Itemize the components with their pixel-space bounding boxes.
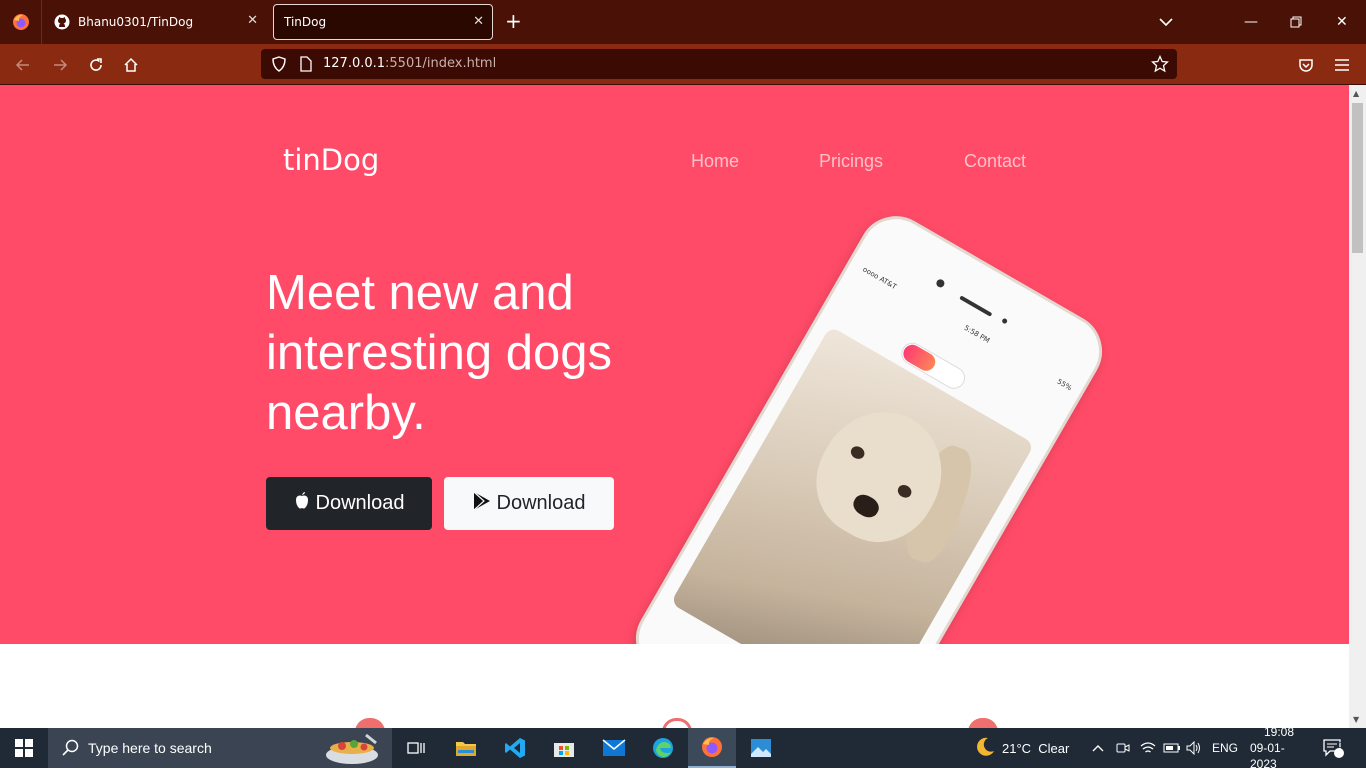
hero-section: tinDog Home Pricings Contact Meet new an… [0, 85, 1349, 644]
page-info-icon[interactable] [299, 56, 312, 76]
tab-tindog[interactable]: TinDog ✕ [273, 4, 493, 40]
meet-now-icon[interactable] [1116, 728, 1130, 768]
download-ios-button[interactable]: Download [266, 477, 432, 530]
firefox-menu-icon[interactable] [0, 0, 42, 44]
close-tab-icon[interactable]: ✕ [473, 14, 484, 29]
moon-icon [974, 736, 996, 761]
phone-mockup-image: oooo AT&T 5:58 PM 55% [622, 202, 1116, 644]
microsoft-store-icon[interactable] [540, 728, 588, 768]
notification-center-icon[interactable]: 1 [1322, 728, 1344, 768]
photos-icon[interactable] [737, 728, 785, 768]
navigation-toolbar: 127.0.0.1:5501/index.html [0, 44, 1366, 85]
address-bar[interactable]: 127.0.0.1:5501/index.html [261, 49, 1177, 79]
search-icon [62, 739, 79, 760]
search-placeholder: Type here to search [88, 740, 212, 756]
forward-icon[interactable] [49, 54, 71, 76]
vertical-scrollbar[interactable]: ▲ ▼ [1349, 85, 1366, 728]
mail-icon[interactable] [590, 728, 638, 768]
close-window-icon[interactable]: ✕ [1336, 0, 1348, 44]
scroll-up-icon[interactable]: ▲ [1353, 89, 1359, 98]
home-icon[interactable] [120, 54, 142, 76]
wifi-icon[interactable] [1140, 728, 1156, 768]
download-ios-label: Download [315, 492, 405, 514]
windows-start-icon[interactable] [0, 728, 48, 768]
firefox-taskbar-icon[interactable] [688, 728, 736, 768]
tab-github[interactable]: Bhanu0301/TinDog ✕ [44, 4, 266, 40]
phone-speaker [959, 295, 993, 317]
vscode-icon[interactable] [491, 728, 539, 768]
windows-taskbar: Type here to search 21°C Clear ENG 19:08… [0, 725, 1366, 771]
taskbar-search-box[interactable]: Type here to search [48, 728, 392, 768]
brand-logo[interactable]: tinDog [283, 143, 379, 177]
show-hidden-icons-icon[interactable] [1092, 728, 1104, 768]
url-path: :5501/index.html [385, 56, 497, 71]
phone-sensor [1001, 317, 1009, 325]
download-android-label: Download [496, 492, 586, 514]
tab-title: TinDog [284, 15, 327, 29]
hero-headline: Meet new and interesting dogs nearby. [266, 266, 612, 440]
phone-carrier: oooo AT&T [861, 265, 898, 292]
notification-count: 1 [1338, 740, 1344, 750]
feature-icon-peek [662, 718, 692, 728]
list-tabs-icon[interactable] [1159, 0, 1173, 44]
pocket-icon[interactable] [1295, 54, 1317, 76]
download-android-button[interactable]: Download [444, 477, 614, 530]
edge-icon[interactable] [639, 728, 687, 768]
page-viewport: tinDog Home Pricings Contact Meet new an… [0, 85, 1349, 728]
phone-time: 5:58 PM [962, 323, 992, 345]
tab-bar: Bhanu0301/TinDog ✕ TinDog ✕ + — ✕ [0, 0, 1366, 44]
volume-icon[interactable] [1186, 728, 1202, 768]
heart-icon [968, 718, 998, 728]
reload-icon[interactable] [85, 54, 107, 76]
nav-link-pricings[interactable]: Pricings [819, 151, 883, 172]
minimize-icon[interactable]: — [1244, 0, 1258, 44]
hamburger-menu-icon[interactable] [1331, 54, 1353, 76]
clock-time: 19:08 [1263, 725, 1295, 739]
weather-widget[interactable]: 21°C Clear [974, 728, 1069, 768]
clock[interactable]: 19:08 09-01-2023 [1250, 725, 1308, 771]
scrollbar-thumb[interactable] [1352, 103, 1363, 253]
github-icon [54, 14, 70, 30]
phone-camera [934, 277, 946, 289]
weather-text: 21°C Clear [1002, 740, 1070, 756]
phone-battery: 55% [1055, 377, 1074, 393]
nav-link-home[interactable]: Home [691, 151, 739, 172]
file-explorer-icon[interactable] [442, 728, 490, 768]
tab-title: Bhanu0301/TinDog [78, 15, 194, 29]
task-view-icon[interactable] [392, 728, 440, 768]
scroll-down-icon[interactable]: ▼ [1353, 715, 1359, 724]
new-tab-button[interactable]: + [505, 11, 522, 31]
bookmark-star-icon[interactable] [1150, 54, 1170, 77]
apple-icon [294, 491, 310, 516]
dog-photo [670, 326, 1035, 644]
back-icon[interactable] [12, 54, 34, 76]
google-play-icon [473, 491, 491, 517]
shield-icon[interactable] [272, 56, 286, 76]
battery-icon[interactable] [1163, 728, 1181, 768]
language-indicator[interactable]: ENG [1212, 728, 1238, 768]
salad-bowl-icon [324, 731, 380, 769]
url-text: 127.0.0.1:5501/index.html [323, 56, 496, 71]
nav-link-contact[interactable]: Contact [964, 151, 1026, 172]
close-tab-icon[interactable]: ✕ [247, 13, 258, 28]
clock-date: 09-01-2023 [1250, 741, 1285, 771]
url-host: 127.0.0.1 [323, 56, 386, 71]
feature-icon-peek [355, 718, 385, 728]
restore-icon[interactable] [1290, 0, 1302, 44]
